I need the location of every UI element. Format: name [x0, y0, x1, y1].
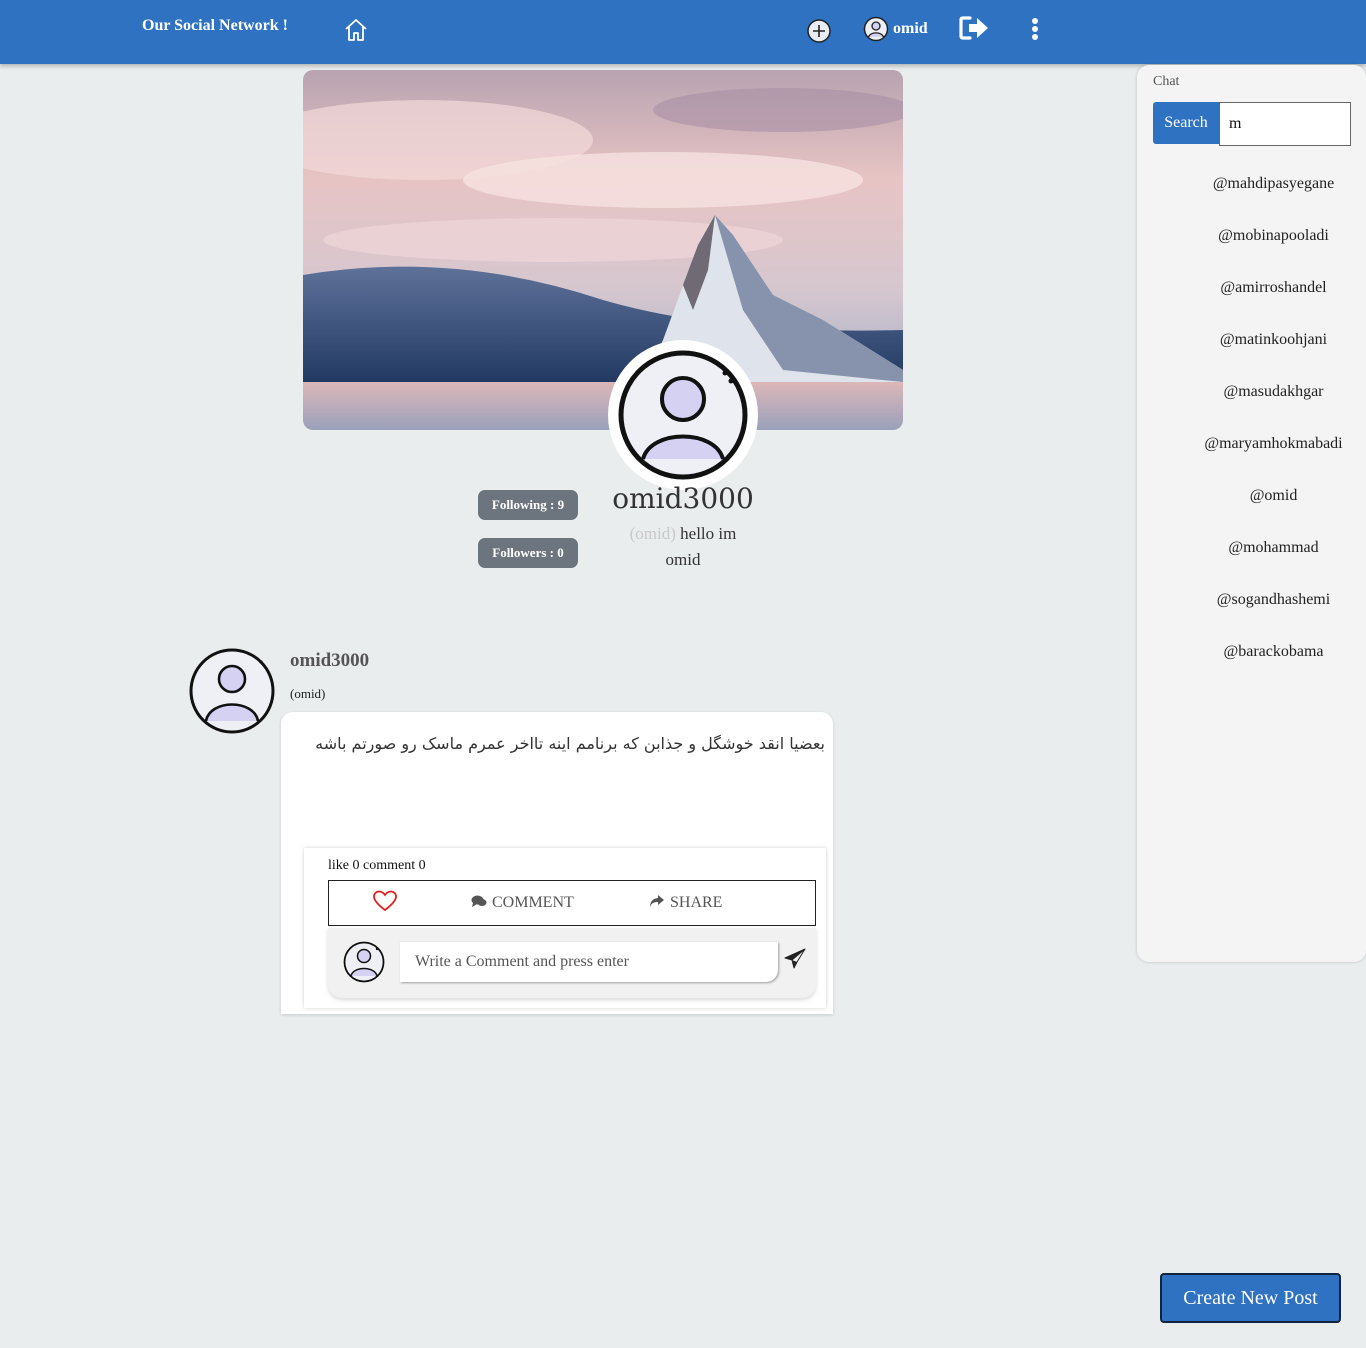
- followers-badge[interactable]: Followers : 0: [478, 538, 578, 568]
- send-icon[interactable]: [784, 948, 806, 970]
- chat-user-item[interactable]: @mahdipasyegane: [1137, 165, 1366, 217]
- logout-icon[interactable]: [958, 14, 990, 42]
- user-menu[interactable]: omid: [863, 16, 928, 42]
- user-circle-icon: [863, 16, 889, 42]
- chat-user-item[interactable]: @amirroshandel: [1137, 269, 1366, 321]
- comment-user-avatar: [342, 940, 386, 984]
- profile-username: omid3000: [612, 482, 754, 515]
- chat-search-button[interactable]: Search: [1153, 102, 1219, 144]
- following-badge[interactable]: Following : 9: [478, 490, 578, 520]
- share-label: SHARE: [670, 894, 723, 911]
- chat-user-item[interactable]: @barackobama: [1137, 633, 1366, 685]
- profile-bio: (omid) hello im omid: [613, 521, 753, 573]
- post-author-nickname: (omid): [290, 686, 326, 701]
- comment-button[interactable]: COMMENT: [471, 881, 574, 925]
- plus-circle-icon[interactable]: [806, 18, 832, 44]
- chat-user-item[interactable]: @mohammad: [1137, 529, 1366, 581]
- post-counts: like 0 comment 0: [328, 858, 426, 873]
- comments-icon: [471, 894, 487, 913]
- share-icon: [649, 894, 665, 913]
- heart-icon: [373, 890, 397, 917]
- comment-input[interactable]: [400, 942, 778, 982]
- profile-avatar[interactable]: [608, 340, 758, 490]
- chat-user-item[interactable]: @matinkoohjani: [1137, 321, 1366, 373]
- top-navbar: Our Social Network ! omid: [0, 0, 1366, 64]
- more-vertical-icon[interactable]: [1026, 16, 1044, 44]
- post-card: بعضیا انقد خوشگل و جذابن که برنامم اینه …: [281, 712, 833, 1014]
- chat-panel: Chat Search @mahdipasyegane @mobinapoola…: [1137, 65, 1366, 962]
- chat-search-input[interactable]: [1219, 102, 1351, 146]
- post-footer: like 0 comment 0 COMMENT SHARE: [304, 848, 826, 1008]
- profile-nickname: (omid): [629, 524, 676, 543]
- post-actions: COMMENT SHARE: [328, 880, 816, 926]
- cover-image: [303, 70, 903, 430]
- post-author-avatar[interactable]: [188, 647, 276, 735]
- home-icon[interactable]: [342, 16, 370, 44]
- post-text: بعضیا انقد خوشگل و جذابن که برنامم اینه …: [315, 734, 825, 753]
- chat-user-list: @mahdipasyegane @mobinapooladi @amirrosh…: [1137, 165, 1366, 685]
- chat-user-item[interactable]: @omid: [1137, 477, 1366, 529]
- chat-user-item[interactable]: @maryamhokmabadi: [1137, 425, 1366, 477]
- post-author-name[interactable]: omid3000: [290, 650, 369, 672]
- like-button[interactable]: [373, 881, 397, 925]
- chat-user-item[interactable]: @mobinapooladi: [1137, 217, 1366, 269]
- comment-area: [328, 928, 816, 998]
- chat-title: Chat: [1153, 74, 1180, 89]
- create-new-post-button[interactable]: Create New Post: [1160, 1273, 1341, 1323]
- comment-label: COMMENT: [492, 894, 574, 911]
- chat-user-item[interactable]: @sogandhashemi: [1137, 581, 1366, 633]
- profile-bio-text: hello im omid: [665, 524, 737, 569]
- chat-user-item[interactable]: @masudakhgar: [1137, 373, 1366, 425]
- user-name: omid: [893, 20, 928, 37]
- share-button[interactable]: SHARE: [649, 881, 722, 925]
- brand-title[interactable]: Our Social Network !: [142, 17, 288, 35]
